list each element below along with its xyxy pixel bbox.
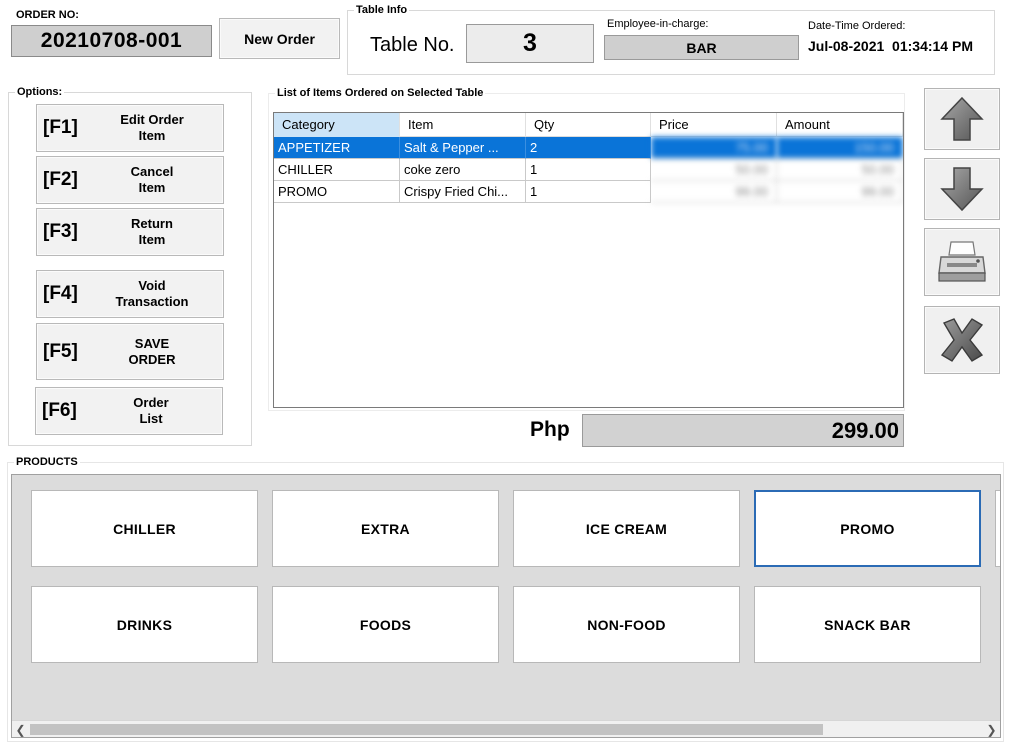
- cell-amount: 99.00: [777, 181, 903, 203]
- currency-label: Php: [530, 418, 570, 441]
- cell-item: coke zero: [400, 159, 526, 181]
- f5-key-label: [F5]: [43, 340, 78, 362]
- product-category-partial[interactable]: [995, 490, 1000, 567]
- cell-price: 99.00: [651, 181, 777, 203]
- f4-key-label: [F4]: [43, 283, 78, 304]
- column-header-qty[interactable]: Qty: [526, 113, 651, 137]
- table-row[interactable]: CHILLER coke zero 1 50.00 50.00: [274, 159, 903, 181]
- order-list-button[interactable]: [F6] Order List: [35, 387, 223, 435]
- edit-order-item-button[interactable]: [F1] Edit Order Item: [36, 104, 224, 152]
- move-up-button[interactable]: [924, 88, 1000, 150]
- void-transaction-button[interactable]: [F4] Void Transaction: [36, 270, 224, 318]
- product-category-non-food[interactable]: NON-FOOD: [513, 586, 740, 663]
- table-row[interactable]: APPETIZER Salt & Pepper ... 2 75.00 150.…: [274, 137, 903, 159]
- cancel-item-label: Cancel Item: [130, 164, 174, 195]
- cell-category: APPETIZER: [274, 137, 400, 159]
- edit-order-item-label: Edit Order Item: [120, 112, 184, 143]
- product-category-chiller[interactable]: CHILLER: [31, 490, 258, 567]
- cell-qty: 1: [526, 181, 651, 203]
- column-header-category[interactable]: Category: [274, 113, 400, 137]
- product-category-drinks[interactable]: DRINKS: [31, 586, 258, 663]
- items-title: List of Items Ordered on Selected Table: [275, 86, 486, 100]
- cell-price: 75.00: [651, 137, 777, 159]
- datetime-label: Date-Time Ordered:: [808, 20, 906, 32]
- employee-label: Employee-in-charge:: [607, 18, 709, 30]
- table-row[interactable]: PROMO Crispy Fried Chi... 1 99.00 99.00: [274, 181, 903, 203]
- items-grid-header: Category Item Qty Price Amount: [274, 113, 903, 137]
- cell-amount: 150.00: [777, 137, 903, 159]
- cell-item: Crispy Fried Chi...: [400, 181, 526, 203]
- product-category-snack-bar[interactable]: SNACK BAR: [754, 586, 981, 663]
- cancel-item-button[interactable]: [F2] Cancel Item: [36, 156, 224, 204]
- total-amount-display: 299.00: [582, 414, 904, 447]
- products-title: PRODUCTS: [14, 455, 80, 469]
- cell-qty: 1: [526, 159, 651, 181]
- return-item-label: Return Item: [131, 216, 173, 247]
- new-order-button[interactable]: New Order: [219, 18, 340, 59]
- items-grid[interactable]: Category Item Qty Price Amount APPETIZER…: [273, 112, 904, 408]
- f6-key-label: [F6]: [42, 400, 77, 421]
- table-no-label: Table No.: [370, 34, 455, 56]
- datetime-display: Jul-08-2021 01:34:14 PM: [808, 38, 973, 54]
- table-info-title: Table Info: [354, 3, 410, 17]
- scroll-left-icon[interactable]: ❮: [12, 721, 29, 737]
- cell-item: Salt & Pepper ...: [400, 137, 526, 159]
- order-no-label: ORDER NO:: [16, 9, 79, 21]
- save-order-button[interactable]: [F5] SAVE ORDER: [36, 323, 224, 380]
- employee-display: BAR: [604, 35, 799, 60]
- close-x-icon: [940, 318, 984, 362]
- move-down-button[interactable]: [924, 158, 1000, 220]
- scrollbar-thumb[interactable]: [30, 724, 823, 735]
- f1-key-label: [F1]: [43, 117, 78, 138]
- order-list-label: Order List: [133, 395, 169, 426]
- arrow-down-icon: [940, 167, 984, 212]
- cell-price: 50.00: [651, 159, 777, 181]
- column-header-amount[interactable]: Amount: [777, 113, 903, 137]
- f3-key-label: [F3]: [43, 221, 78, 242]
- f2-key-label: [F2]: [43, 169, 78, 190]
- printer-icon: [938, 241, 986, 282]
- product-category-ice-cream[interactable]: ICE CREAM: [513, 490, 740, 567]
- options-title: Options:: [15, 85, 65, 99]
- cell-amount: 50.00: [777, 159, 903, 181]
- cell-category: PROMO: [274, 181, 400, 203]
- print-button[interactable]: [924, 228, 1000, 296]
- product-category-foods[interactable]: FOODS: [272, 586, 499, 663]
- cell-qty: 2: [526, 137, 651, 159]
- product-category-promo[interactable]: PROMO: [754, 490, 981, 567]
- order-no-display: 20210708-001: [11, 25, 212, 57]
- close-button[interactable]: [924, 306, 1000, 374]
- product-category-extra[interactable]: EXTRA: [272, 490, 499, 567]
- table-no-display: 3: [466, 24, 594, 63]
- return-item-button[interactable]: [F3] Return Item: [36, 208, 224, 256]
- void-transaction-label: Void Transaction: [115, 278, 189, 309]
- column-header-item[interactable]: Item: [400, 113, 526, 137]
- scroll-right-icon[interactable]: ❯: [983, 721, 1000, 737]
- products-horizontal-scrollbar[interactable]: ❮ ❯: [12, 720, 1000, 737]
- column-header-price[interactable]: Price: [651, 113, 777, 137]
- cell-category: CHILLER: [274, 159, 400, 181]
- products-panel: CHILLER EXTRA ICE CREAM PROMO DRINKS FOO…: [11, 474, 1001, 738]
- arrow-up-icon: [940, 96, 984, 141]
- save-order-label: SAVE ORDER: [128, 335, 176, 367]
